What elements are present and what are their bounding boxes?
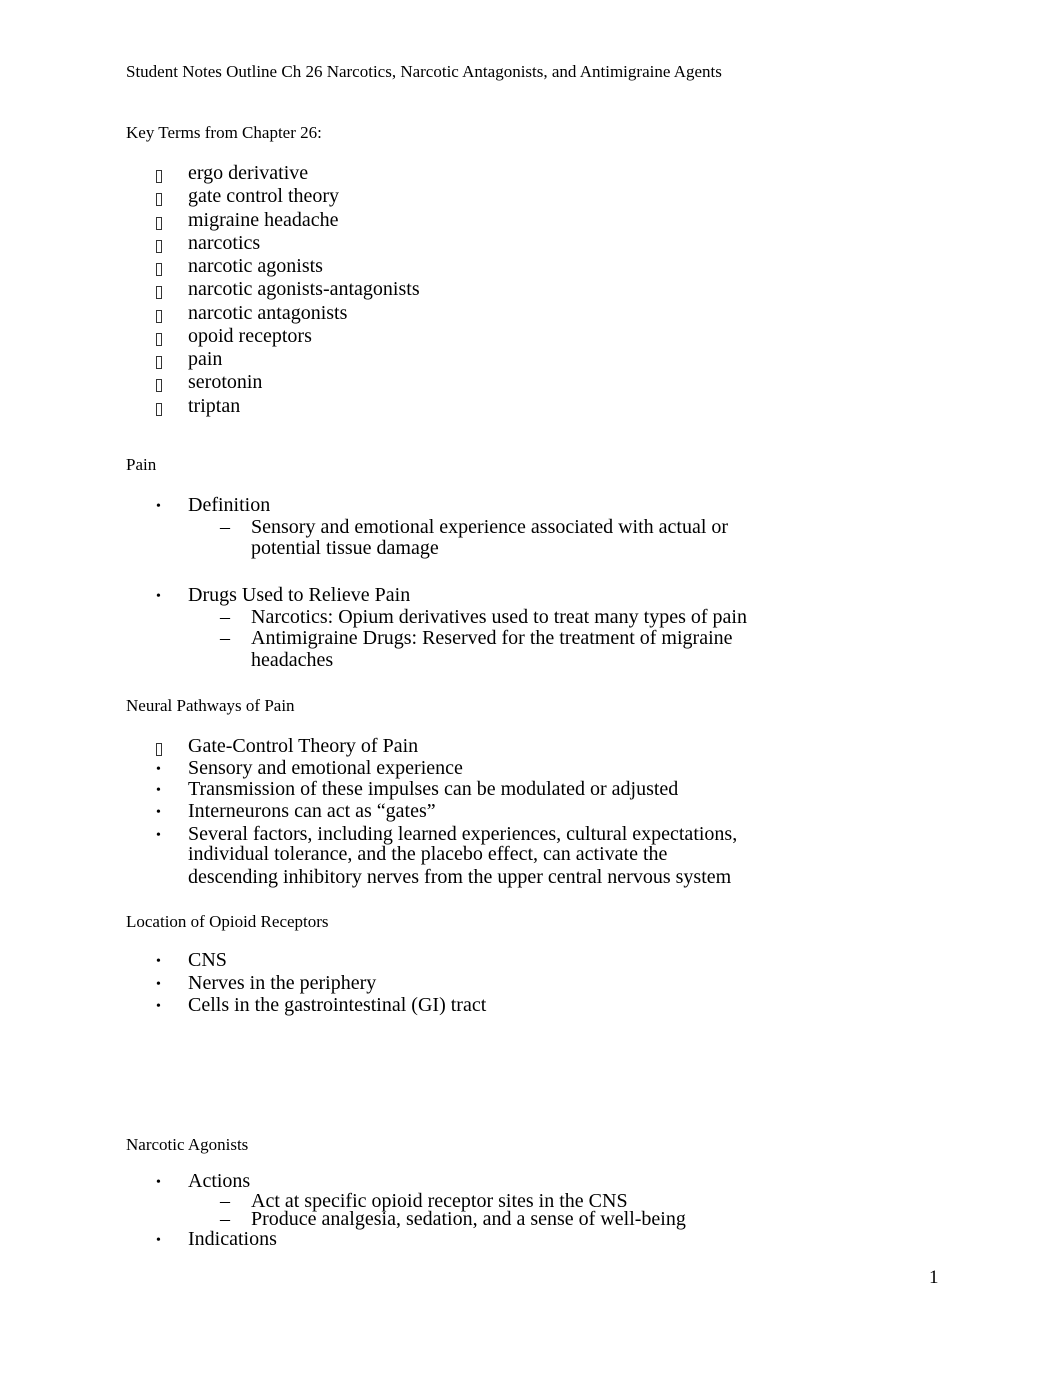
missing-glyph-box-icon (156, 236, 162, 259)
key-term-item: pain (188, 348, 223, 370)
neural-item: individual tolerance, and the placebo ef… (188, 843, 668, 865)
key-term-item: serotonin (188, 371, 263, 393)
missing-glyph-box-icon (156, 259, 162, 282)
missing-glyph-box-icon (156, 739, 162, 762)
bullet-icon: • (156, 1233, 161, 1248)
bullet-icon: • (156, 828, 161, 843)
neural-item: Transmission of these impulses can be mo… (188, 778, 679, 800)
key-term-item: migraine headache (188, 209, 339, 231)
bullet-icon: • (156, 805, 161, 820)
missing-glyph-box-icon (156, 329, 162, 352)
missing-glyph-box-icon (156, 399, 162, 422)
dash-icon: – (220, 606, 230, 628)
missing-glyph-box-icon (156, 213, 162, 236)
opioid-item: Nerves in the periphery (188, 972, 377, 994)
key-term-item: narcotic agonists (188, 255, 323, 277)
neural-heading: Neural Pathways of Pain (126, 696, 295, 715)
bullet-icon: • (156, 977, 161, 992)
key-term-item: narcotic antagonists (188, 302, 348, 324)
pain-definition-text: potential tissue damage (251, 537, 439, 559)
bullet-icon: • (156, 589, 161, 604)
opioid-heading: Location of Opioid Receptors (126, 912, 329, 931)
bullet-icon: • (156, 783, 161, 798)
neural-item: Gate-Control Theory of Pain (188, 735, 419, 757)
dash-icon: – (220, 627, 230, 649)
bullet-icon: • (156, 762, 161, 777)
key-term-item: opoid receptors (188, 325, 312, 347)
pain-drugs-item: Antimigraine Drugs: Reserved for the tre… (251, 627, 733, 649)
agonists-indications-label: Indications (188, 1228, 277, 1250)
pain-definition-text: Sensory and emotional experience associa… (251, 516, 729, 538)
missing-glyph-box-icon (156, 189, 162, 212)
neural-item: Sensory and emotional experience (188, 757, 463, 779)
document-title: Student Notes Outline Ch 26 Narcotics, N… (126, 62, 722, 81)
bullet-icon: • (156, 954, 161, 969)
missing-glyph-box-icon (156, 306, 162, 329)
key-terms-heading: Key Terms from Chapter 26: (126, 123, 322, 142)
missing-glyph-box-icon (156, 352, 162, 375)
opioid-item: CNS (188, 949, 227, 971)
bullet-icon: • (156, 999, 161, 1014)
agonists-action-item: Produce analgesia, sedation, and a sense… (251, 1208, 686, 1230)
bullet-icon: • (156, 499, 161, 514)
key-term-item: narcotic agonists-antagonists (188, 278, 420, 300)
missing-glyph-box-icon (156, 375, 162, 398)
key-term-item: triptan (188, 395, 241, 417)
neural-item: Interneurons can act as “gates” (188, 800, 436, 822)
key-term-item: ergo derivative (188, 162, 309, 184)
page-number: 1 (929, 1267, 939, 1288)
neural-item: descending inhibitory nerves from the up… (188, 866, 732, 888)
pain-drugs-item: Narcotics: Opium derivatives used to tre… (251, 606, 747, 628)
pain-definition-label: Definition (188, 494, 271, 516)
pain-drugs-item: headaches (251, 649, 334, 671)
dash-icon: – (220, 516, 230, 538)
missing-glyph-box-icon (156, 282, 162, 305)
pain-heading: Pain (126, 455, 157, 474)
agonists-heading: Narcotic Agonists (126, 1135, 249, 1154)
pain-drugs-label: Drugs Used to Relieve Pain (188, 584, 411, 606)
key-term-item: narcotics (188, 232, 261, 254)
missing-glyph-box-icon (156, 166, 162, 189)
key-term-item: gate control theory (188, 185, 340, 207)
opioid-item: Cells in the gastrointestinal (GI) tract (188, 994, 487, 1016)
bullet-icon: • (156, 1175, 161, 1190)
